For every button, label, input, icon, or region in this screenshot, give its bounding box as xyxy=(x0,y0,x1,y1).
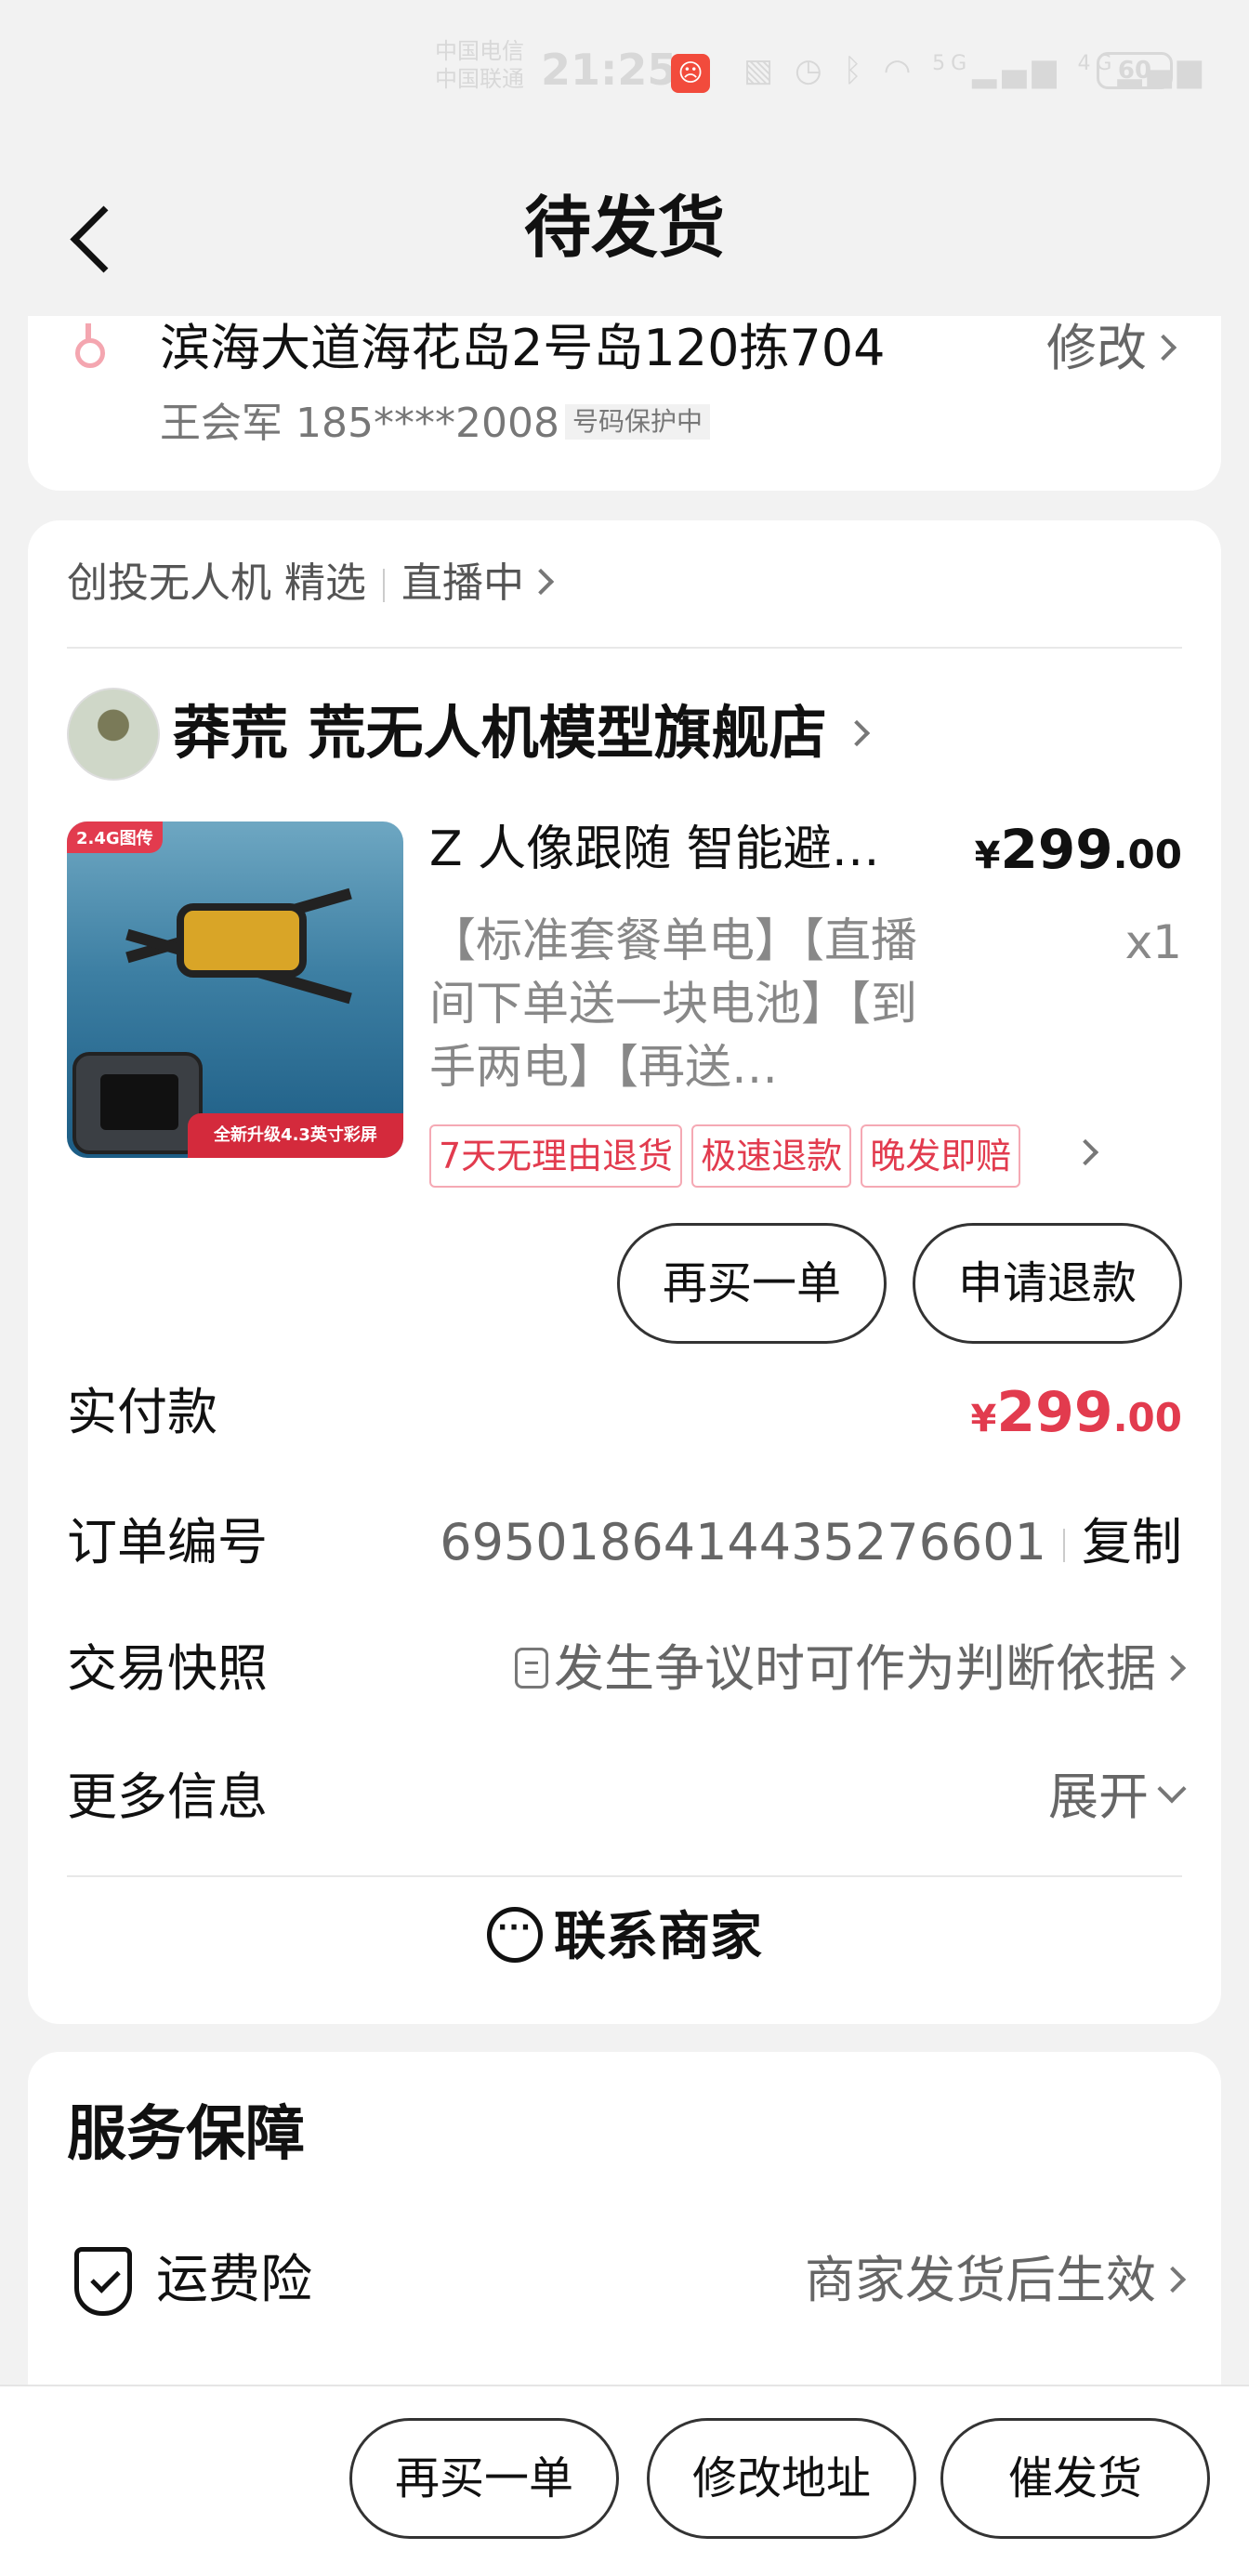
contact-label: 联系商家 xyxy=(554,1907,762,1967)
carrier-2: 中国联通 xyxy=(435,66,524,92)
expand-label: 展开 xyxy=(1048,1768,1149,1826)
modify-address-link[interactable]: 修改 xyxy=(1046,316,1177,381)
refund-button[interactable]: 申请退款 xyxy=(913,1223,1182,1344)
chat-bubble-icon xyxy=(487,1906,543,1963)
chevron-right-icon[interactable] xyxy=(1072,1138,1099,1166)
price-symbol: ¥ xyxy=(974,835,1001,877)
paid-symbol: ¥ xyxy=(970,1398,997,1440)
urge-shipping-button[interactable]: 催发货 xyxy=(940,2418,1210,2539)
freight-insurance-link[interactable]: 商家发货后生效 xyxy=(805,2243,1187,2318)
modify-label: 修改 xyxy=(1046,319,1147,377)
drone-body xyxy=(177,903,307,978)
chevron-down-icon xyxy=(1157,1774,1187,1804)
more-info-label: 更多信息 xyxy=(67,1768,268,1826)
product-spec: 【标准套餐单电】【直播间下单送一块电池】【到手两电】【再送… xyxy=(429,913,917,1094)
paid-int: 299 xyxy=(996,1380,1113,1445)
bluetooth-icon: ᛒ xyxy=(843,52,868,89)
order-no-label: 订单编号 xyxy=(67,1513,268,1571)
address-line: 滨海大道海花岛2号岛120拣704 xyxy=(160,319,886,377)
chevron-right-icon xyxy=(1159,2267,1187,2293)
number-protect-badge: 号码保护中 xyxy=(564,404,710,440)
price-dec: .00 xyxy=(1112,832,1182,877)
notification-app-icon: ☹ xyxy=(671,54,710,93)
paid-dec: .00 xyxy=(1112,1395,1182,1440)
copy-button[interactable]: 复制 xyxy=(1082,1513,1182,1571)
nfc-icon: ▧ xyxy=(743,52,780,89)
channel-label: 创投无人机 精选 xyxy=(67,559,366,607)
bottom-action-bar: 再买一单 修改地址 催发货 xyxy=(0,2385,1249,2576)
shield-check-icon xyxy=(74,2247,132,2316)
product-quantity: x1 xyxy=(1124,915,1182,969)
bottom-buy-again-button[interactable]: 再买一单 xyxy=(349,2418,619,2539)
network-5g-label: 5G xyxy=(932,52,973,75)
modify-address-button[interactable]: 修改地址 xyxy=(647,2418,916,2539)
buy-again-button[interactable]: 再买一单 xyxy=(617,1223,887,1344)
badge-7day-return: 7天无理由退货 xyxy=(429,1124,683,1188)
live-label: 直播中 xyxy=(401,559,524,607)
order-card: 创投无人机 精选 直播中 莽荒 荒无人机模型旗舰店 2.4G图传 全新升级4.3英… xyxy=(28,520,1221,2024)
order-no: 6950186414435276601 xyxy=(440,1513,1046,1571)
chevron-right-icon xyxy=(1150,335,1177,361)
freight-insurance-label: 运费险 xyxy=(156,2250,312,2310)
divider xyxy=(1063,1529,1065,1563)
freight-insurance-value: 商家发货后生效 xyxy=(805,2251,1156,2309)
divider xyxy=(67,1875,1182,1877)
live-channel-row[interactable]: 创投无人机 精选 直播中 xyxy=(67,556,555,611)
price-int: 299 xyxy=(1000,818,1113,881)
battery-icon: 60 xyxy=(1097,52,1173,89)
page-title: 待发货 xyxy=(523,189,725,267)
wifi-icon: ◠ xyxy=(883,52,917,89)
nav-bar: 待发货 xyxy=(0,149,1249,316)
badge-late-compensation: 晚发即赔 xyxy=(861,1124,1021,1188)
snapshot-link[interactable]: 发生争议时可作为判断依据 xyxy=(515,1632,1187,1706)
carrier-info: 中国电信 中国联通 xyxy=(435,37,524,93)
order-no-row: 6950186414435276601 复制 xyxy=(440,1505,1182,1580)
contact-merchant-button[interactable]: 联系商家 xyxy=(28,1896,1221,1979)
product-title[interactable]: Z 人像跟随 智能避… xyxy=(429,816,931,883)
status-bar: 中国电信 中国联通 21:25 ☹ ▧ ◷ ᛒ ◠ 5G▂▄▆ 4G▂▄▆ 60 xyxy=(0,0,1249,149)
signal-icon: ▂▄▆ xyxy=(972,52,1062,89)
service-title: 服务保障 xyxy=(67,2100,305,2169)
expand-toggle[interactable]: 展开 xyxy=(1048,1760,1187,1834)
recipient-info: 王会军 185****2008 xyxy=(160,400,559,447)
service-badges[interactable]: 7天无理由退货 极速退款 晚发即赔 xyxy=(429,1124,1021,1188)
chevron-right-icon xyxy=(1159,1655,1187,1682)
product-image-banner: 全新升级4.3英寸彩屏 xyxy=(188,1113,403,1158)
chevron-right-icon xyxy=(843,719,870,747)
paid-amount: ¥299.00 xyxy=(971,1375,1183,1456)
document-icon xyxy=(515,1648,548,1689)
badge-fast-refund: 极速退款 xyxy=(691,1124,852,1188)
shop-avatar[interactable] xyxy=(67,688,160,781)
carrier-1: 中国电信 xyxy=(435,38,524,64)
product-price: ¥299.00 xyxy=(975,816,1182,889)
shop-name: 莽荒 荒无人机模型旗舰店 xyxy=(173,699,827,767)
snapshot-label: 交易快照 xyxy=(67,1639,268,1698)
drone-remote xyxy=(72,1052,203,1154)
shop-name-link[interactable]: 莽荒 荒无人机模型旗舰店 xyxy=(173,693,870,773)
paid-label: 实付款 xyxy=(67,1383,217,1441)
location-pin-icon xyxy=(75,323,105,368)
divider xyxy=(383,569,385,602)
divider xyxy=(67,647,1182,649)
recipient-contact: 王会军 185****2008 号码保护中 xyxy=(160,396,710,452)
product-image-tag: 2.4G图传 xyxy=(67,821,163,853)
clock: 21:25 xyxy=(541,45,677,95)
address-card[interactable]: 滨海大道海花岛2号岛120拣704 修改 王会军 185****2008 号码保护… xyxy=(28,316,1221,491)
alarm-icon: ◷ xyxy=(794,52,828,89)
product-image[interactable]: 2.4G图传 全新升级4.3英寸彩屏 xyxy=(67,821,403,1158)
chevron-right-icon xyxy=(527,568,555,596)
snapshot-value: 发生争议时可作为判断依据 xyxy=(554,1639,1156,1698)
